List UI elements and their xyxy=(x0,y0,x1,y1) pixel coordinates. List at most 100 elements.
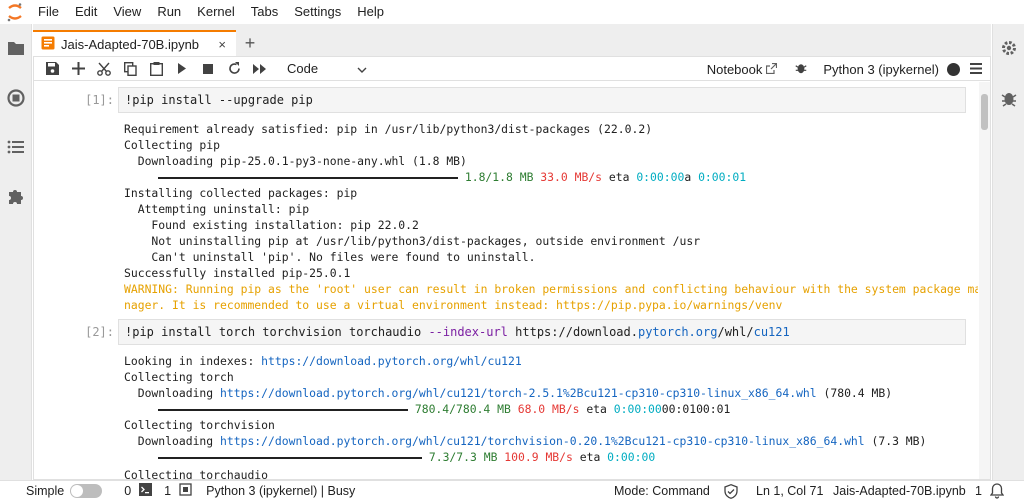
jupyter-logo-icon[interactable] xyxy=(0,0,30,24)
toolbar-right: Notebook Python 3 (ipykernel) xyxy=(707,57,982,81)
kernel-status[interactable]: Python 3 (ipykernel) | Busy xyxy=(206,484,355,498)
progress-eta: 0:00:00 xyxy=(636,170,685,184)
output-link[interactable]: https://download.pytorch.org/whl/cu121 xyxy=(261,354,522,368)
cut-scissors-icon[interactable] xyxy=(91,57,117,81)
menu-view[interactable]: View xyxy=(105,0,149,24)
progress-bar xyxy=(158,176,458,179)
progress-speed: 68.0 MB/s xyxy=(517,402,580,416)
cell-2-output-line: Looking in indexes: https://download.pyt… xyxy=(124,353,522,369)
kernel-name-button[interactable]: Python 3 (ipykernel) xyxy=(823,62,939,77)
hamburger-menu-icon[interactable] xyxy=(970,62,982,77)
progress-eta-2: 0:00:01 xyxy=(698,170,747,184)
restart-run-all-fast-forward-icon[interactable] xyxy=(247,57,273,81)
notebook-content[interactable]: [1]: !pip install --upgrade pip Requirem… xyxy=(34,82,978,479)
cell-1-output-line: Attempting uninstall: pip xyxy=(124,202,310,216)
paste-clipboard-icon[interactable] xyxy=(143,57,169,81)
cell-1-output-line: Can't uninstall 'pip'. No files were fou… xyxy=(124,250,536,264)
cell-2-url-part: https://download. xyxy=(515,325,638,339)
notebook-panel: Code Notebook Python 3 (ipykernel) [1]: … xyxy=(33,56,991,480)
progress-residue: 00:0100:01 xyxy=(661,402,731,416)
menu-run[interactable]: Run xyxy=(149,0,189,24)
external-link-icon xyxy=(766,62,778,77)
progress-speed: 100.9 MB/s xyxy=(504,450,573,464)
property-inspector-gear-icon[interactable] xyxy=(999,38,1019,58)
tab-notebook[interactable]: Jais-Adapted-70B.ipynb × xyxy=(33,30,236,56)
cell-1-output-line: Requirement already satisfied: pip in /u… xyxy=(124,122,653,136)
cursor-position[interactable]: Ln 1, Col 71 xyxy=(756,484,823,498)
debugger-bug-icon[interactable] xyxy=(999,88,1019,108)
output-text: (780.4 MB) xyxy=(816,386,893,400)
cell-2-output-line: Downloading https://download.pytorch.org… xyxy=(124,385,892,401)
terminal-icon xyxy=(139,483,153,499)
kernels-count[interactable]: 1 xyxy=(164,484,171,498)
interrupt-stop-icon[interactable] xyxy=(195,57,221,81)
table-of-contents-icon[interactable] xyxy=(6,137,26,157)
copy-icon[interactable] xyxy=(117,57,143,81)
restart-kernel-icon[interactable] xyxy=(221,57,247,81)
tab-close-icon[interactable]: × xyxy=(218,37,226,52)
output-link[interactable]: https://download.pytorch.org/whl/cu121/t… xyxy=(220,434,865,448)
progress-eta-label: eta xyxy=(579,450,601,464)
notebook-label: Notebook xyxy=(706,61,763,77)
cell-1-output-line: Downloading pip-25.0.1-py3-none-any.whl … xyxy=(124,154,467,168)
notification-bell-icon[interactable] xyxy=(989,483,1005,502)
cell-1-output-line: Collecting pip xyxy=(124,138,221,152)
kernel-icon xyxy=(179,483,192,499)
cell-1-warning-line: nager. It is recommended to use a virtua… xyxy=(124,298,783,312)
cell-1-output-line: Successfully installed pip-25.0.1 xyxy=(124,266,351,280)
cell-1-command: pip install --upgrade pip xyxy=(132,93,313,107)
progress-bar xyxy=(158,456,422,459)
cell-2-url-part: cu121 xyxy=(753,325,790,339)
progress-eta: 0:00:00 xyxy=(607,450,656,464)
scrollbar-thumb[interactable] xyxy=(981,94,988,130)
cell-2-output-line: Collecting torch xyxy=(124,370,234,384)
running-stop-icon[interactable] xyxy=(6,88,26,108)
left-sidebar xyxy=(0,24,32,480)
cell-1-input[interactable]: !pip install --upgrade pip xyxy=(118,87,966,113)
cell-2-progress-line: 780.4/780.4 MB 68.0 MB/s eta 0:00:0000:0… xyxy=(124,401,730,417)
debugger-toggle-bug-icon[interactable] xyxy=(795,61,807,78)
open-in-notebook-button[interactable]: Notebook xyxy=(707,62,778,77)
insert-cell-plus-icon[interactable] xyxy=(65,57,91,81)
menu-edit[interactable]: Edit xyxy=(67,0,105,24)
notification-count: 1 xyxy=(975,484,982,498)
extension-puzzle-icon[interactable] xyxy=(6,186,26,206)
folder-icon[interactable] xyxy=(6,38,26,58)
progress-bar xyxy=(158,408,408,411)
cell-2-input[interactable]: !pip install torch torchvision torchaudi… xyxy=(118,319,966,345)
output-link[interactable]: https://download.pytorch.org/whl/cu121/t… xyxy=(220,386,817,400)
terminals-count[interactable]: 0 xyxy=(124,484,131,498)
notebook-scrollbar[interactable] xyxy=(979,82,990,479)
right-sidebar xyxy=(992,24,1024,480)
menu-file[interactable]: File xyxy=(30,0,67,24)
progress-eta: 0:00:00 xyxy=(613,402,662,416)
save-icon[interactable] xyxy=(39,57,65,81)
status-filename: Jais-Adapted-70B.ipynb xyxy=(833,484,966,498)
tab-bar: Jais-Adapted-70B.ipynb × + xyxy=(33,30,263,56)
shield-check-icon[interactable] xyxy=(724,484,738,502)
main-area: Jais-Adapted-70B.ipynb × + Code Notebook… xyxy=(33,24,991,480)
progress-speed: 33.0 MB/s xyxy=(540,170,603,184)
simple-mode-toggle[interactable] xyxy=(70,484,103,498)
output-text: (7.3 MB) xyxy=(864,434,927,448)
progress-eta-label: eta xyxy=(608,170,630,184)
cell-1-output-line: Installing collected packages: pip xyxy=(124,186,358,200)
mode-indicator: Mode: Command xyxy=(614,484,710,498)
output-text: Looking in indexes: xyxy=(124,354,262,368)
new-tab-button[interactable]: + xyxy=(237,30,263,56)
run-play-icon[interactable] xyxy=(169,57,195,81)
menu-settings[interactable]: Settings xyxy=(286,0,349,24)
menu-kernel[interactable]: Kernel xyxy=(189,0,243,24)
cell-2-output-line: Collecting torchvision xyxy=(124,418,275,432)
cell-1-progress-line: 1.8/1.8 MB 33.0 MB/s eta 0:00:00a 0:00:0… xyxy=(124,169,746,185)
menu-tabs[interactable]: Tabs xyxy=(243,0,286,24)
cell-2-flag: --index-url xyxy=(428,325,508,339)
progress-size: 780.4/780.4 MB xyxy=(414,402,511,416)
cell-type-dropdown[interactable]: Code xyxy=(287,61,367,76)
cell-2-url-part: /whl/ xyxy=(717,325,754,339)
cell-1-warning-line: WARNING: Running pip as the 'root' user … xyxy=(124,282,978,296)
menu-help[interactable]: Help xyxy=(349,0,392,24)
cell-2-command: !pip install torch torchvision torchaudi… xyxy=(125,325,429,339)
menu-bar: File Edit View Run Kernel Tabs Settings … xyxy=(0,0,1024,24)
simple-mode-label: Simple xyxy=(26,484,65,498)
